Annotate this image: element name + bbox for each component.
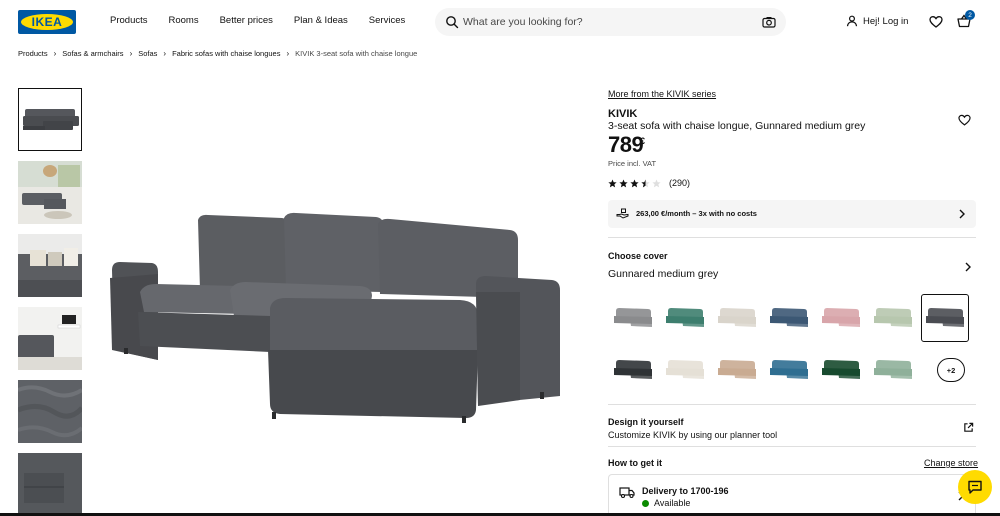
cover-swatch[interactable] [609, 346, 657, 394]
payment-offer[interactable]: 263,00 €/month – 3x with no costs [608, 200, 976, 228]
main-product-image[interactable] [100, 200, 570, 440]
star-icon [619, 178, 628, 187]
breadcrumb-products[interactable]: Products [18, 49, 48, 58]
logo-text: IKEA [31, 15, 63, 29]
breadcrumb-current: KIVIK 3-seat sofa with chaise longue [295, 49, 418, 58]
divider [608, 404, 976, 405]
chevron-right-icon[interactable] [964, 262, 972, 272]
chat-button[interactable] [958, 470, 992, 504]
search-input[interactable] [463, 13, 743, 31]
payment-offer-text: 263,00 €/month – 3x with no costs [636, 209, 757, 218]
change-store-link[interactable]: Change store [924, 458, 978, 468]
star-half-icon [641, 178, 650, 187]
thumbnail-1[interactable] [18, 88, 82, 151]
chevron-right-icon: › [286, 49, 290, 58]
breadcrumb: Products › Sofas & armchairs › Sofas › F… [18, 49, 417, 58]
delivery-title: Delivery to 1700-196 [642, 486, 729, 496]
cover-swatch[interactable] [869, 294, 917, 342]
truck-icon [619, 487, 635, 499]
ikea-logo[interactable]: IKEA [18, 10, 76, 34]
sofa-swatch-icon [926, 308, 964, 327]
search-bar [435, 8, 786, 36]
cover-swatch[interactable] [817, 346, 865, 394]
cover-swatch[interactable] [609, 294, 657, 342]
review-count: (290) [669, 178, 691, 188]
sofa-swatch-icon [666, 360, 704, 379]
external-link-icon[interactable] [963, 422, 974, 433]
favourites-heart-icon[interactable] [929, 15, 943, 29]
nav-plan-ideas[interactable]: Plan & Ideas [294, 15, 348, 26]
divider [608, 446, 976, 447]
breadcrumb-sofas-armchairs[interactable]: Sofas & armchairs [62, 49, 123, 58]
cover-swatch[interactable] [765, 346, 813, 394]
search-icon[interactable] [445, 15, 459, 29]
thumbnail-3[interactable] [18, 234, 82, 297]
chat-icon [968, 480, 982, 494]
sofa-swatch-icon [770, 308, 808, 327]
logo-oval: IKEA [21, 14, 73, 30]
breadcrumb-fabric-sofas[interactable]: Fabric sofas with chaise longues [172, 49, 280, 58]
star-empty-icon [652, 178, 661, 187]
choose-cover-title: Choose cover [608, 251, 668, 261]
add-to-favourites-heart-icon[interactable] [958, 114, 971, 126]
selected-cover-name: Gunnared medium grey [608, 268, 719, 280]
nav-rooms[interactable]: Rooms [169, 15, 199, 26]
price-currency: € [640, 136, 646, 146]
chevron-right-icon: › [129, 49, 133, 58]
more-covers-button[interactable]: +2 [937, 358, 965, 382]
product-description: 3-seat sofa with chaise longue, Gunnared… [608, 120, 866, 132]
cover-swatch[interactable] [713, 346, 761, 394]
price-value: 789 [608, 132, 644, 157]
main-nav: Products Rooms Better prices Plan & Idea… [110, 15, 405, 26]
sofa-swatch-icon [770, 360, 808, 379]
thumbnail-4[interactable] [18, 307, 82, 370]
star-icon [630, 178, 639, 187]
sofa-swatch-icon [718, 308, 756, 327]
thumbnail-5[interactable] [18, 380, 82, 443]
sofa-swatch-icon [874, 308, 912, 327]
cover-swatch[interactable] [661, 294, 709, 342]
star-icon [608, 178, 617, 187]
header: IKEA Products Rooms Better prices Plan &… [0, 0, 1000, 44]
sofa-swatch-icon [718, 360, 756, 379]
cover-swatch[interactable] [765, 294, 813, 342]
cover-swatch[interactable] [921, 294, 969, 342]
divider [608, 237, 976, 238]
sofa-swatch-icon [614, 308, 652, 327]
sofa-swatch-icon [666, 308, 704, 327]
availability-status-dot [642, 500, 649, 507]
breadcrumb-sofas[interactable]: Sofas [138, 49, 157, 58]
cover-swatch[interactable] [713, 294, 761, 342]
cover-swatch[interactable] [817, 294, 865, 342]
how-to-get-it-title: How to get it [608, 458, 662, 468]
delivery-option[interactable]: Delivery to 1700-196 Available [608, 474, 976, 516]
person-icon [846, 15, 858, 27]
chevron-right-icon: › [53, 49, 57, 58]
nav-products[interactable]: Products [110, 15, 148, 26]
login-label: Hej! Log in [863, 15, 909, 27]
cover-swatch[interactable] [661, 346, 709, 394]
design-subtitle: Customize KIVIK by using our planner too… [608, 430, 778, 440]
vat-note: Price incl. VAT [608, 159, 657, 168]
payment-hand-icon [616, 208, 629, 219]
sofa-swatch-icon [822, 360, 860, 379]
camera-icon[interactable] [762, 15, 776, 29]
nav-better-prices[interactable]: Better prices [220, 15, 273, 26]
thumbnail-2[interactable] [18, 161, 82, 224]
cart-count-badge: 2 [965, 10, 975, 20]
sofa-swatch-icon [822, 308, 860, 327]
more-series-link[interactable]: More from the KIVIK series [608, 89, 716, 99]
sofa-swatch-icon [874, 360, 912, 379]
thumbnail-6[interactable] [18, 453, 82, 516]
rating[interactable]: (290) [608, 178, 690, 188]
cover-swatch[interactable] [869, 346, 917, 394]
availability-text: Available [654, 498, 691, 508]
login-button[interactable]: Hej! Log in [846, 15, 908, 27]
nav-services[interactable]: Services [369, 15, 405, 26]
chevron-right-icon [959, 209, 965, 219]
design-title: Design it yourself [608, 417, 684, 427]
product-name: KIVIK [608, 108, 638, 120]
chevron-right-icon: › [163, 49, 167, 58]
sofa-swatch-icon [614, 360, 652, 379]
